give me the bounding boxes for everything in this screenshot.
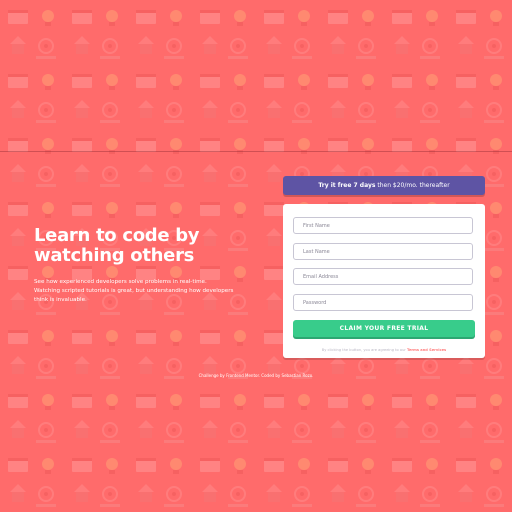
signup-form: CLAIM YOUR FREE TRIAL By clicking the bu… (283, 204, 485, 358)
attribution: Challenge by Frontend Mentor. Coded by S… (160, 373, 352, 378)
first-name-input[interactable] (293, 217, 473, 234)
frontend-mentor-link[interactable]: Frontend Mentor (226, 373, 259, 378)
email-input[interactable] (293, 268, 473, 285)
terms-link[interactable]: Terms and Services (407, 348, 446, 352)
author-link[interactable]: Sebastian Rozo (282, 373, 313, 378)
promo-banner: Try it free 7 days then $20/mo. thereaft… (283, 176, 485, 195)
section-divider (0, 151, 512, 152)
terms-prefix: By clicking the button, you are agreeing… (321, 347, 407, 352)
hero-description: See how experienced developers solve pro… (34, 279, 234, 303)
password-input[interactable] (293, 294, 473, 311)
hero-section: Learn to code by watching others See how… (34, 226, 249, 305)
promo-highlight: Try it free 7 days (318, 182, 376, 189)
attribution-middle: . Coded by (258, 373, 282, 378)
promo-rest: then $20/mo. thereafter (375, 182, 450, 189)
last-name-input[interactable] (293, 243, 473, 260)
attribution-prefix: Challenge by (198, 373, 227, 378)
claim-free-trial-button[interactable]: CLAIM YOUR FREE TRIAL (293, 320, 475, 337)
hero-title: Learn to code by watching others (34, 225, 200, 266)
terms-notice: By clicking the button, you are agreeing… (283, 348, 485, 352)
attribution-suffix: . (312, 373, 314, 378)
